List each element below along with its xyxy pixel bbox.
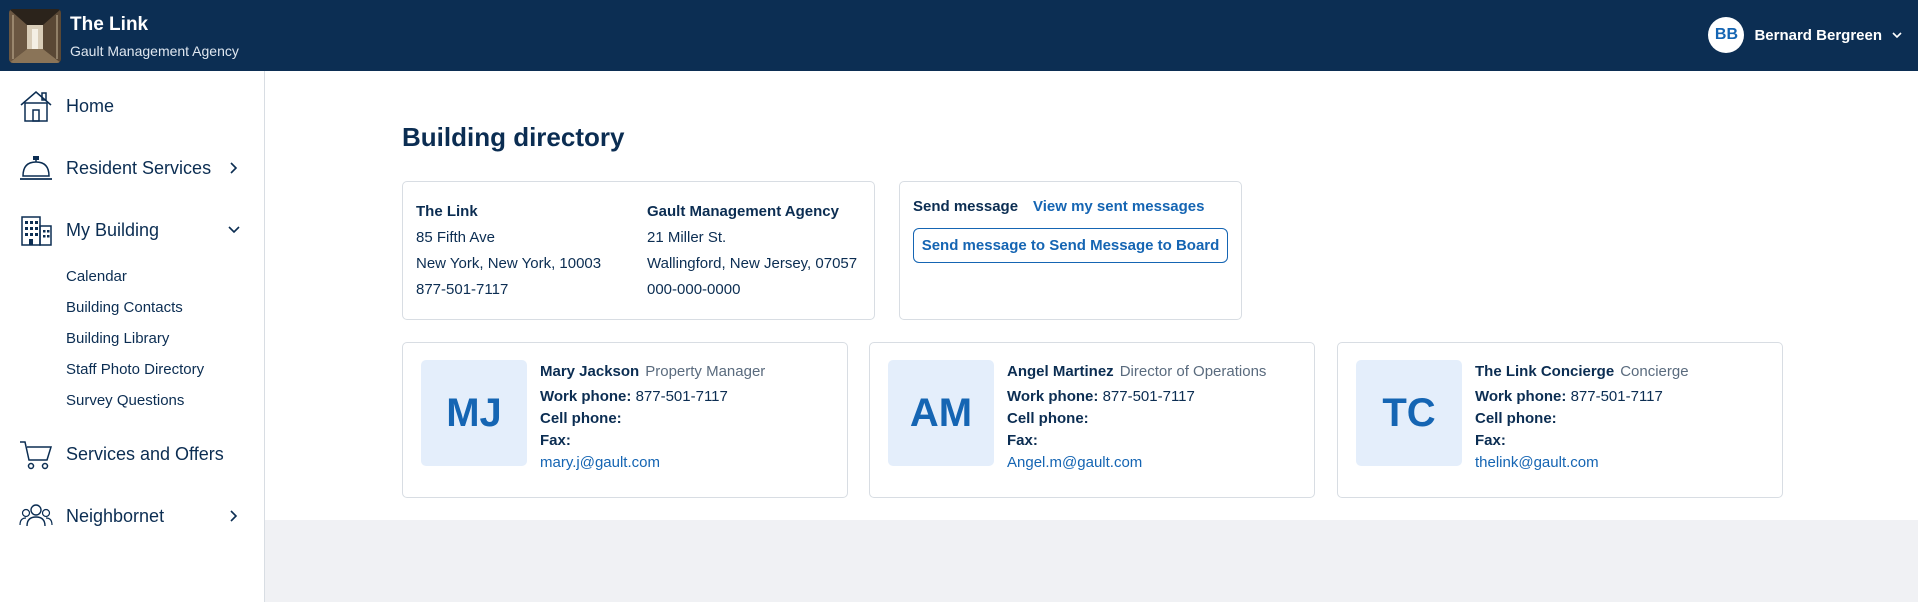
building-phone: 877-501-7117	[416, 281, 509, 298]
sidebar-item-services-and-offers[interactable]: Services and Offers	[0, 429, 264, 479]
agency-address-line2: Wallingford, New Jersey, 07057	[647, 255, 858, 272]
home-icon	[20, 91, 52, 122]
sidebar-item-home[interactable]: Home	[0, 81, 264, 131]
contact-initials: MJ	[421, 360, 527, 466]
sidebar-item-label: Neighbornet	[66, 505, 165, 526]
people-icon	[19, 504, 53, 527]
send-message-to-board-button[interactable]: Send message to Send Message to Board	[913, 228, 1228, 263]
work-phone-value: 877-501-7117	[1570, 388, 1663, 405]
contact-card: TC The Link Concierge Concierge Work phon…	[1337, 342, 1783, 498]
fax-label: Fax:	[540, 432, 571, 449]
fax-label: Fax:	[1007, 432, 1038, 449]
building-address-block: The Link 85 Fifth Ave New York, New York…	[416, 199, 601, 303]
agency-name: Gault Management Agency	[647, 203, 839, 220]
view-sent-messages-link[interactable]: View my sent messages	[1033, 198, 1205, 215]
work-phone-label: Work phone:	[540, 388, 632, 405]
send-message-card: Send message View my sent messages Send …	[899, 181, 1242, 320]
submenu-item-calendar[interactable]: Calendar	[66, 267, 204, 298]
contact-email-link[interactable]: mary.j@gault.com	[540, 454, 660, 471]
user-avatar: BB	[1708, 17, 1745, 53]
footer-area	[265, 520, 1918, 602]
user-name: Bernard Bergreen	[1754, 26, 1882, 44]
app-title: The Link	[70, 14, 149, 35]
fax-label: Fax:	[1475, 432, 1506, 449]
page-title: Building directory	[402, 122, 625, 152]
work-phone-value: 877-501-7117	[1102, 388, 1195, 405]
agency-address-block: Gault Management Agency 21 Miller St. Wa…	[647, 199, 857, 303]
main-content: Building directory The Link 85 Fifth Ave…	[265, 71, 1918, 520]
cell-phone-label: Cell phone:	[540, 410, 622, 427]
sidebar-item-label: Services and Offers	[66, 443, 224, 464]
sidebar-nav: Home Resident Services My Building Calen…	[0, 71, 265, 602]
agency-address-line1: 21 Miller St.	[647, 229, 727, 246]
contact-name: Angel Martinez	[1007, 363, 1114, 380]
sidebar-item-my-building[interactable]: My Building	[0, 205, 264, 255]
chevron-right-icon	[230, 510, 238, 522]
submenu-item-building-library[interactable]: Building Library	[66, 329, 204, 360]
building-address-line1: 85 Fifth Ave	[416, 229, 495, 246]
sidebar-item-label: Home	[66, 95, 115, 116]
contact-initials: TC	[1356, 360, 1462, 466]
contact-role: Property Manager	[645, 363, 766, 380]
contact-initials: AM	[888, 360, 994, 466]
building-logo[interactable]	[9, 9, 61, 63]
submenu-item-staff-photo-directory[interactable]: Staff Photo Directory	[66, 360, 204, 391]
work-phone-label: Work phone:	[1475, 388, 1567, 405]
contact-email-link[interactable]: thelink@gault.com	[1475, 454, 1599, 471]
top-header: The Link Gault Management Agency BB Bern…	[0, 0, 1918, 71]
chevron-down-icon	[228, 226, 240, 234]
sidebar-item-label: Resident Services	[66, 157, 212, 178]
contact-role: Director of Operations	[1119, 363, 1267, 380]
my-building-submenu: Calendar Building Contacts Building Libr…	[66, 267, 204, 422]
contact-details: The Link Concierge Concierge Work phone: …	[1475, 361, 1689, 474]
building-name: The Link	[416, 203, 478, 220]
cell-phone-label: Cell phone:	[1007, 410, 1089, 427]
sidebar-item-label: My Building	[66, 219, 160, 240]
send-message-label: Send message	[913, 198, 1019, 215]
building-address-line2: New York, New York, 10003	[416, 255, 602, 272]
contact-role: Concierge	[1620, 363, 1689, 380]
shopping-cart-icon	[20, 441, 53, 470]
contact-details: Angel Martinez Director of Operations Wor…	[1007, 361, 1266, 474]
work-phone-value: 877-501-7117	[635, 388, 728, 405]
contact-name: Mary Jackson	[540, 363, 640, 380]
cell-phone-label: Cell phone:	[1475, 410, 1557, 427]
building-icon	[21, 216, 52, 246]
contact-name: The Link Concierge	[1475, 363, 1615, 380]
agency-phone: 000-000-0000	[647, 281, 741, 298]
submenu-item-survey-questions[interactable]: Survey Questions	[66, 391, 204, 422]
contact-email-link[interactable]: Angel.m@gault.com	[1007, 454, 1142, 471]
hallway-image-icon	[9, 9, 61, 63]
service-bell-icon	[20, 156, 52, 180]
chevron-right-icon	[230, 162, 238, 174]
work-phone-label: Work phone:	[1007, 388, 1099, 405]
contact-card: MJ Mary Jackson Property Manager Work pho…	[402, 342, 848, 498]
building-info-card: The Link 85 Fifth Ave New York, New York…	[402, 181, 875, 320]
contact-details: Mary Jackson Property Manager Work phone:…	[540, 361, 765, 474]
chevron-down-icon	[1892, 32, 1902, 39]
submenu-item-building-contacts[interactable]: Building Contacts	[66, 298, 204, 329]
sidebar-item-resident-services[interactable]: Resident Services	[0, 143, 264, 193]
sidebar-item-neighbornet[interactable]: Neighbornet	[0, 491, 264, 541]
contact-card: AM Angel Martinez Director of Operations …	[869, 342, 1315, 498]
app-subtitle: Gault Management Agency	[70, 43, 239, 59]
user-menu[interactable]: BB Bernard Bergreen	[1708, 17, 1904, 53]
